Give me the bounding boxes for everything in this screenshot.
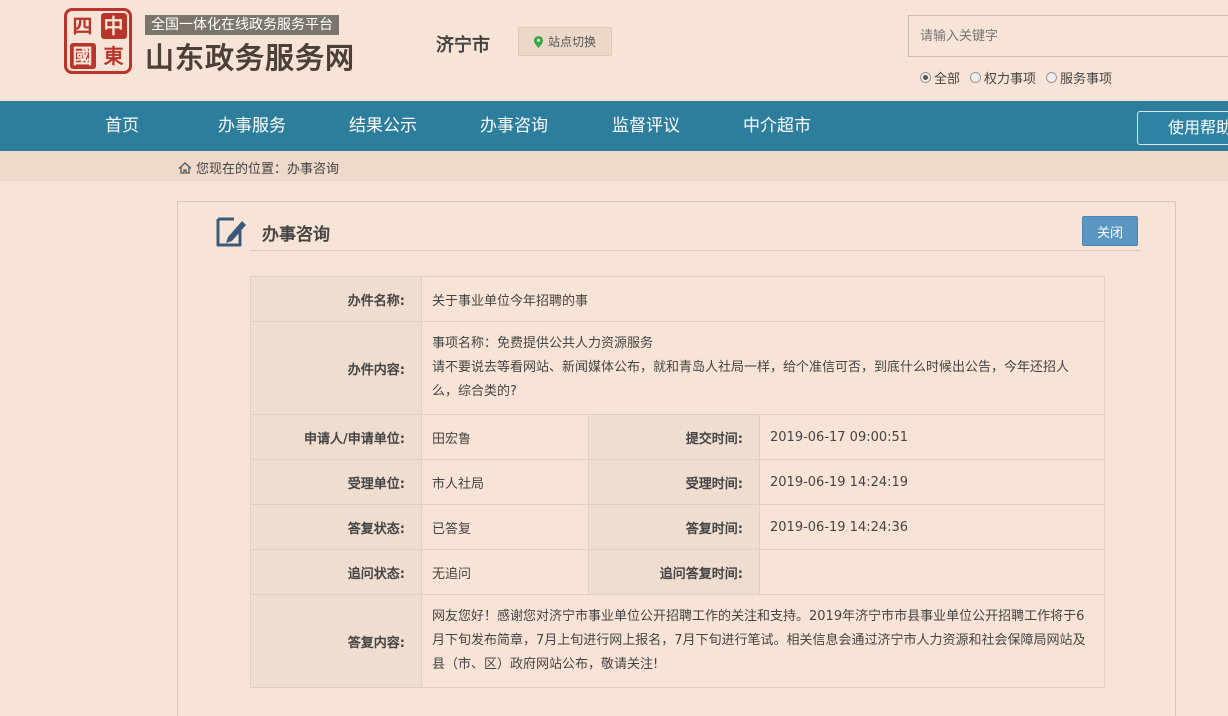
radio-selected-icon[interactable] (920, 72, 931, 83)
platform-tagline: 全国一体化在线政务服务平台 (145, 15, 339, 35)
divider (250, 250, 1141, 251)
table-row: 追问状态: 无追问 追问答复时间: (250, 549, 1105, 595)
table-row: 办件名称: 关于事业单位今年招聘的事 (250, 276, 1105, 322)
submit-time-value: 2019-06-17 09:00:51 (759, 414, 1105, 460)
logo-char: 中 (100, 13, 127, 39)
accept-time-value: 2019-06-19 14:24:19 (759, 459, 1105, 505)
station-switch-button[interactable]: 站点切换 (518, 27, 612, 56)
applicant-value: 田宏鲁 (421, 414, 589, 460)
logo-char: 東 (103, 44, 124, 68)
case-item-name: 事项名称：免费提供公共人力资源服务 (432, 336, 654, 351)
scope-label: 服务事项 (1060, 72, 1113, 87)
help-button[interactable]: 使用帮助 (1137, 111, 1228, 145)
search-input[interactable] (908, 15, 1228, 57)
nav-item-agency-market[interactable]: 中介超市 (743, 101, 811, 151)
field-label: 办件名称: (250, 276, 422, 322)
nav-item-supervision[interactable]: 监督评议 (612, 101, 680, 151)
field-label: 申请人/申请单位: (250, 414, 422, 460)
logo-char: 國 (69, 43, 96, 69)
case-content-cell: 事项名称：免费提供公共人力资源服务 请不要说去等看网站、新闻媒体公布，就和青岛人… (421, 321, 1105, 415)
table-row: 申请人/申请单位: 田宏鲁 提交时间: 2019-06-17 09:00:51 (250, 414, 1105, 460)
radio-icon[interactable] (970, 72, 982, 83)
home-icon[interactable] (178, 161, 192, 174)
reply-content-value: 网友您好！感谢您对济宁市事业单位公开招聘工作的关注和支持。2019年济宁市市县事… (421, 594, 1105, 688)
field-label: 提交时间: (588, 414, 760, 460)
reply-time-value: 2019-06-19 14:24:36 (759, 504, 1105, 550)
field-label: 追问答复时间: (588, 549, 760, 595)
edit-document-icon (216, 217, 246, 247)
nav-item-home[interactable]: 首页 (105, 101, 139, 151)
department-value: 市人社局 (421, 459, 589, 505)
table-row: 办件内容: 事项名称：免费提供公共人力资源服务 请不要说去等看网站、新闻媒体公布… (250, 321, 1105, 415)
nav-item-services[interactable]: 办事服务 (218, 101, 286, 151)
scope-label: 全部 (934, 72, 961, 87)
reply-status-value: 已答复 (421, 504, 589, 550)
field-label: 办件内容: (250, 321, 422, 415)
nav-item-consult[interactable]: 办事咨询 (480, 101, 548, 151)
logo-char: 四 (72, 14, 93, 38)
detail-table: 办件名称: 关于事业单位今年招聘的事 办件内容: 事项名称：免费提供公共人力资源… (250, 276, 1105, 688)
field-label: 答复时间: (588, 504, 760, 550)
scope-option-service[interactable]: 服务事项 (1046, 68, 1112, 87)
site-header: 四 中 國 東 全国一体化在线政务服务平台 山东政务服务网 济宁市 站点切换 全… (0, 0, 1228, 101)
breadcrumb: 您现在的位置：办事咨询 (178, 158, 339, 177)
field-label: 答复内容: (250, 594, 422, 688)
field-label: 追问状态: (250, 549, 422, 595)
station-switch-label: 站点切换 (547, 35, 596, 49)
scope-label: 权力事项 (984, 72, 1037, 87)
table-row: 答复内容: 网友您好！感谢您对济宁市事业单位公开招聘工作的关注和支持。2019年… (250, 594, 1105, 688)
panel-title: 办事咨询 (262, 225, 330, 245)
site-title[interactable]: 山东政务服务网 (145, 35, 355, 77)
search-scope-group: 全部 权力事项 服务事项 (920, 68, 1112, 87)
site-logo[interactable]: 四 中 國 東 (64, 8, 132, 74)
field-label: 受理单位: (250, 459, 422, 505)
nav-item-results[interactable]: 结果公示 (349, 101, 417, 151)
field-label: 受理时间: (588, 459, 760, 505)
followup-reply-time-value (759, 549, 1105, 595)
scope-option-all[interactable]: 全部 (920, 68, 960, 87)
scope-option-power[interactable]: 权力事项 (970, 68, 1036, 87)
case-name-value: 关于事业单位今年招聘的事 (421, 276, 1105, 322)
location-pin-icon (533, 35, 543, 48)
breadcrumb-text: 您现在的位置：办事咨询 (196, 162, 340, 177)
current-city: 济宁市 (436, 35, 490, 56)
followup-status-value: 无追问 (421, 549, 589, 595)
table-row: 答复状态: 已答复 答复时间: 2019-06-19 14:24:36 (250, 504, 1105, 550)
radio-icon[interactable] (1046, 72, 1058, 83)
field-label: 答复状态: (250, 504, 422, 550)
main-nav: 首页 办事服务 结果公示 办事咨询 监督评议 中介超市 (0, 101, 1228, 151)
case-content-text: 请不要说去等看网站、新闻媒体公布，就和青岛人社局一样，给个准信可否，到底什么时候… (432, 360, 1070, 399)
close-button[interactable]: 关闭 (1082, 216, 1138, 246)
table-row: 受理单位: 市人社局 受理时间: 2019-06-19 14:24:19 (250, 459, 1105, 505)
